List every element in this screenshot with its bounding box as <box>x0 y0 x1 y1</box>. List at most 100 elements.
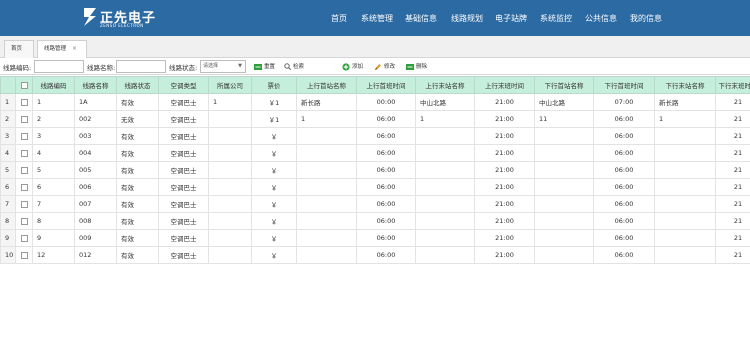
line-code-cell: 3 <box>32 127 75 145</box>
down-first-stop-cell: 中山北路 <box>534 93 594 111</box>
row-select-cell[interactable] <box>15 161 33 179</box>
nav-item-system-management[interactable]: 系统管理 <box>361 13 393 24</box>
company-logo[interactable]: 正先电子 ZENSO ELECTRON <box>82 5 155 31</box>
nav-item-my-info[interactable]: 我的信息 <box>630 13 662 24</box>
edit-button[interactable]: 修改 <box>374 62 395 71</box>
table-row[interactable]: 2 2 002 无效 空调巴士 ￥1 1 06:00 1 21:00 11 06:00 1 21 <box>0 110 750 128</box>
up-last-stop-cell <box>415 144 475 162</box>
nav-item-system-monitor[interactable]: 系统监控 <box>540 13 572 24</box>
header-select-all[interactable] <box>15 76 33 94</box>
header-ac-type[interactable]: 空调类型 <box>158 76 209 94</box>
row-number-cell: 7 <box>0 195 16 213</box>
header-line-status[interactable]: 线路状态 <box>116 76 159 94</box>
select-all-checkbox[interactable] <box>20 81 28 89</box>
table-row[interactable]: 3 3 003 有效 空调巴士 ￥ 06:00 21:00 06:00 21 <box>0 127 750 145</box>
line-name-cell: 006 <box>74 178 117 196</box>
row-select-cell[interactable] <box>15 110 33 128</box>
header-down-last-stop[interactable]: 下行末站名称 <box>654 76 716 94</box>
line-status-label: 线路状态: <box>169 64 198 72</box>
row-select-cell[interactable] <box>15 246 33 264</box>
down-last-stop-cell <box>654 161 716 179</box>
line-name-input[interactable] <box>116 60 166 73</box>
line-code-input[interactable] <box>34 60 84 73</box>
row-select-cell[interactable] <box>15 144 33 162</box>
row-number-cell: 3 <box>0 127 16 145</box>
reset-button-label: 重置 <box>264 64 276 70</box>
row-checkbox[interactable] <box>20 217 28 225</box>
nav-item-route-planning[interactable]: 线路规划 <box>451 13 483 24</box>
tab-route-management[interactable]: 线路管理 × <box>37 40 87 59</box>
up-last-time-cell: 21:00 <box>474 195 535 213</box>
row-select-cell[interactable] <box>15 178 33 196</box>
search-toolbar: 线路编码: 线路名称: 线路状态: 请选择 ▼ 重置 检索 添加 修改 删除 <box>0 58 750 75</box>
table-row[interactable]: 10 12 012 有效 空调巴士 ￥ 06:00 21:00 06:00 21 <box>0 246 750 264</box>
down-first-time-cell: 06:00 <box>593 161 655 179</box>
row-checkbox[interactable] <box>20 200 28 208</box>
route-table: 线路编码 线路名称 线路状态 空调类型 所属公司 票价 上行首站名称 上行首班时… <box>0 76 750 264</box>
add-button[interactable]: 添加 <box>342 62 363 71</box>
header-down-last-time[interactable]: 下行末班时间 <box>715 76 750 94</box>
up-first-time-cell: 06:00 <box>356 195 416 213</box>
row-checkbox[interactable] <box>20 234 28 242</box>
row-select-cell[interactable] <box>15 195 33 213</box>
down-last-time-cell: 21 <box>715 144 750 162</box>
header-line-name[interactable]: 线路名称 <box>74 76 117 94</box>
row-checkbox[interactable] <box>20 183 28 191</box>
price-cell: ￥ <box>251 161 297 179</box>
table-row[interactable]: 6 6 006 有效 空调巴士 ￥ 06:00 21:00 06:00 21 <box>0 178 750 196</box>
down-last-stop-cell <box>654 212 716 230</box>
company-cell <box>208 229 252 247</box>
table-row[interactable]: 1 1 1A 有效 空调巴士 1 ￥1 新长路 00:00 中山北路 21:00 中山北路 07:00 新… <box>0 93 750 111</box>
down-first-stop-cell <box>534 246 594 264</box>
row-select-cell[interactable] <box>15 212 33 230</box>
table-row[interactable]: 9 9 009 有效 空调巴士 ￥ 06:00 21:00 06:00 21 <box>0 229 750 247</box>
nav-item-home[interactable]: 首页 <box>331 13 347 24</box>
price-cell: ￥ <box>251 229 297 247</box>
header-company[interactable]: 所属公司 <box>208 76 252 94</box>
table-row[interactable]: 4 4 004 有效 空调巴士 ￥ 06:00 21:00 06:00 21 <box>0 144 750 162</box>
row-select-cell[interactable] <box>15 93 33 111</box>
table-row[interactable]: 7 7 007 有效 空调巴士 ￥ 06:00 21:00 06:00 21 <box>0 195 750 213</box>
line-name-cell: 007 <box>74 195 117 213</box>
up-last-stop-cell <box>415 178 475 196</box>
line-status-select[interactable]: 请选择 ▼ <box>200 60 246 73</box>
down-first-stop-cell <box>534 195 594 213</box>
close-icon[interactable]: × <box>72 45 77 52</box>
nav-item-e-stop-sign[interactable]: 电子站牌 <box>495 13 527 24</box>
header-price[interactable]: 票价 <box>251 76 297 94</box>
down-first-time-cell: 06:00 <box>593 229 655 247</box>
line-code-cell: 12 <box>32 246 75 264</box>
line-code-cell: 1 <box>32 93 75 111</box>
row-checkbox[interactable] <box>20 98 28 106</box>
company-cell <box>208 246 252 264</box>
header-line-code[interactable]: 线路编码 <box>32 76 75 94</box>
row-checkbox[interactable] <box>20 132 28 140</box>
line-code-cell: 7 <box>32 195 75 213</box>
row-checkbox[interactable] <box>20 115 28 123</box>
row-select-cell[interactable] <box>15 229 33 247</box>
row-checkbox[interactable] <box>20 166 28 174</box>
nav-item-basic-info[interactable]: 基础信息 <box>405 13 437 24</box>
search-button[interactable]: 检索 <box>284 62 304 70</box>
up-first-stop-cell: 新长路 <box>296 93 357 111</box>
header-up-last-stop[interactable]: 上行末站名称 <box>415 76 475 94</box>
reset-button[interactable]: 重置 <box>254 62 275 70</box>
delete-button[interactable]: 删除 <box>406 62 427 70</box>
header-up-first-stop[interactable]: 上行首站名称 <box>296 76 357 94</box>
header-down-first-time[interactable]: 下行首班时间 <box>593 76 655 94</box>
up-first-stop-cell <box>296 246 357 264</box>
header-up-last-time[interactable]: 上行末班时间 <box>474 76 535 94</box>
row-checkbox[interactable] <box>20 251 28 259</box>
line-status-cell: 无效 <box>116 110 159 128</box>
row-select-cell[interactable] <box>15 127 33 145</box>
row-checkbox[interactable] <box>20 149 28 157</box>
header-down-first-stop[interactable]: 下行首站名称 <box>534 76 594 94</box>
table-row[interactable]: 8 8 008 有效 空调巴士 ￥ 06:00 21:00 06:00 21 <box>0 212 750 230</box>
nav-item-public-info[interactable]: 公共信息 <box>585 13 617 24</box>
header-up-first-time[interactable]: 上行首班时间 <box>356 76 416 94</box>
tab-home[interactable]: 首页 <box>4 40 34 58</box>
down-last-time-cell: 21 <box>715 229 750 247</box>
up-first-time-cell: 06:00 <box>356 110 416 128</box>
table-row[interactable]: 5 5 005 有效 空调巴士 ￥ 06:00 21:00 06:00 21 <box>0 161 750 179</box>
down-last-stop-cell <box>654 246 716 264</box>
